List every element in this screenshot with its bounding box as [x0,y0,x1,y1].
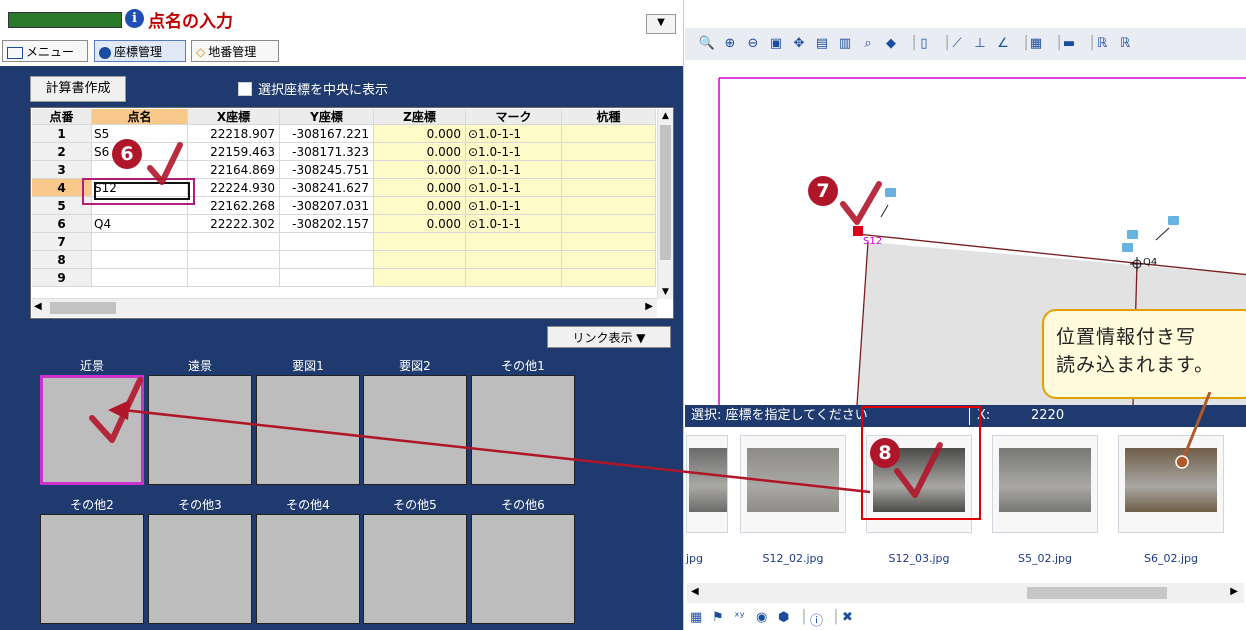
step-badge-6: 6 [112,139,142,169]
step-badge-7: 7 [808,176,838,206]
step-badge-8: 8 [870,438,900,468]
annotation-overlay [89,142,981,520]
